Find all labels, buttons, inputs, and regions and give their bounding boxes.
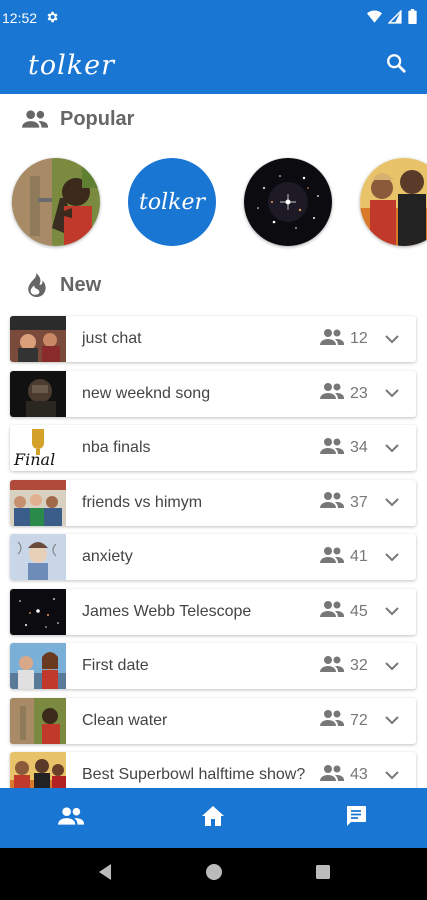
people-icon: [320, 491, 344, 514]
system-home-button[interactable]: [194, 854, 234, 894]
nav-people-button[interactable]: [41, 788, 101, 848]
topic-meta: 23: [320, 382, 402, 405]
chevron-down-icon[interactable]: [382, 493, 402, 513]
topic-title: new weeknd song: [82, 384, 211, 402]
popular-carousel: tolker: [0, 158, 427, 246]
topic-meta: 12: [320, 328, 402, 351]
chevron-down-icon[interactable]: [382, 765, 402, 785]
topic-meta: 43: [320, 764, 402, 787]
topic-row[interactable]: anxiety 41: [10, 534, 416, 580]
topic-meta: 32: [320, 655, 402, 678]
popular-bubble-superbowl[interactable]: [360, 158, 427, 246]
topic-row[interactable]: First date 32: [10, 643, 416, 689]
people-icon: [320, 546, 344, 569]
topic-thumbnail: [10, 697, 66, 744]
topic-meta: 41: [320, 546, 402, 569]
popular-title: Popular: [60, 107, 135, 130]
app-screen: 12:52 tolker Popular tolker New just cha…: [0, 0, 427, 900]
new-title: New: [60, 273, 102, 296]
people-icon: [58, 806, 85, 831]
topic-row[interactable]: new weeknd song 23: [10, 370, 416, 417]
topic-thumbnail: [10, 479, 66, 526]
topic-title: anxiety: [82, 548, 133, 565]
topic-thumbnail: [10, 316, 66, 362]
topic-meta: 45: [320, 600, 402, 623]
chat-icon: [344, 804, 368, 833]
participant-count: 32: [350, 657, 368, 674]
topic-thumbnail: [10, 643, 66, 689]
topic-meta: 72: [320, 709, 402, 732]
search-icon: [385, 52, 407, 79]
search-button[interactable]: [381, 50, 411, 80]
fire-icon: [22, 272, 48, 298]
topic-title: just chat: [82, 330, 142, 347]
system-back-button[interactable]: [85, 854, 125, 894]
people-icon: [320, 764, 344, 787]
participant-count: 12: [350, 330, 368, 347]
tolker-logo-text: tolker: [139, 189, 205, 215]
topic-title: Best Superbowl halftime show?: [82, 766, 306, 783]
new-section-header: New: [22, 272, 101, 298]
topic-meta: 37: [320, 491, 402, 514]
topic-title: friends vs himym: [82, 493, 203, 511]
status-bar: 12:52: [0, 0, 427, 36]
battery-icon: [408, 9, 417, 27]
system-navigation-bar: [0, 848, 427, 900]
home-icon: [201, 805, 225, 832]
status-time: 12:52: [2, 10, 38, 26]
topic-row[interactable]: just chat 12: [10, 316, 416, 362]
signal-icon: [387, 8, 402, 27]
popular-bubble-clean-water[interactable]: [12, 158, 100, 246]
topic-thumbnail: [10, 370, 66, 417]
wifi-icon: [367, 10, 382, 26]
participant-count: 45: [350, 602, 368, 620]
people-icon: [320, 655, 344, 678]
chevron-down-icon[interactable]: [382, 438, 402, 458]
topic-title: nba finals: [82, 439, 151, 456]
participant-count: 34: [350, 439, 368, 456]
people-icon: [320, 328, 344, 351]
nav-chat-button[interactable]: [326, 788, 386, 848]
gear-icon: [45, 10, 59, 27]
topic-title: James Webb Telescope: [82, 602, 252, 620]
nav-home-button[interactable]: [183, 788, 243, 848]
topic-meta: 34: [320, 437, 402, 460]
popular-section-header: Popular: [22, 106, 134, 132]
bottom-navigation: [0, 788, 427, 848]
back-icon: [97, 863, 113, 886]
svg-text:Final: Final: [13, 450, 55, 469]
app-logo: tolker: [28, 49, 115, 81]
participant-count: 41: [350, 548, 368, 565]
topic-thumbnail: Final: [10, 425, 66, 471]
chevron-down-icon[interactable]: [382, 656, 402, 676]
chevron-down-icon[interactable]: [382, 329, 402, 349]
participant-count: 72: [350, 711, 368, 729]
system-recents-button[interactable]: [303, 854, 343, 894]
chevron-down-icon[interactable]: [382, 384, 402, 404]
app-bar: tolker: [0, 36, 427, 94]
recents-icon: [315, 864, 331, 885]
topic-row[interactable]: Final nba finals 34: [10, 425, 416, 471]
topic-title: Clean water: [82, 711, 168, 729]
people-icon: [320, 382, 344, 405]
topic-thumbnail: [10, 588, 66, 635]
people-icon: [320, 709, 344, 732]
topic-title: First date: [82, 657, 149, 674]
topic-row[interactable]: James Webb Telescope 45: [10, 588, 416, 635]
chevron-down-icon[interactable]: [382, 602, 402, 622]
topic-thumbnail: [10, 534, 66, 580]
home-circle-icon: [205, 863, 223, 886]
topic-row[interactable]: Clean water 72: [10, 697, 416, 744]
people-icon: [320, 600, 344, 623]
chevron-down-icon[interactable]: [382, 711, 402, 731]
topic-row[interactable]: friends vs himym 37: [10, 479, 416, 526]
popular-bubble-webb[interactable]: [244, 158, 332, 246]
people-icon: [320, 437, 344, 460]
participant-count: 43: [350, 766, 368, 783]
participant-count: 37: [350, 493, 368, 511]
popular-bubble-tolker[interactable]: tolker: [128, 158, 216, 246]
participant-count: 23: [350, 384, 368, 402]
chevron-down-icon[interactable]: [382, 547, 402, 567]
people-icon: [22, 106, 48, 132]
